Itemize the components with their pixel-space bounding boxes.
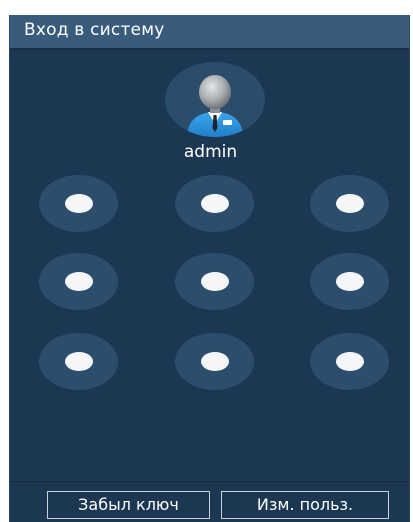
pattern-node-9[interactable]: [310, 333, 389, 390]
pattern-node-7[interactable]: [39, 333, 118, 390]
pattern-node-6[interactable]: [310, 253, 389, 310]
pattern-dot: [200, 272, 229, 291]
username-label: admin: [183, 142, 238, 162]
pattern-dot: [335, 194, 364, 213]
pattern-node-4[interactable]: [39, 253, 118, 310]
pattern-node-2[interactable]: [175, 175, 254, 232]
pattern-dot: [335, 352, 364, 371]
pattern-node-1[interactable]: [39, 175, 118, 232]
pattern-dot: [200, 352, 229, 371]
title-divider: [10, 48, 409, 50]
switch-user-button[interactable]: Изм. польз.: [221, 491, 389, 519]
pattern-dot: [200, 194, 229, 213]
pattern-dot: [64, 272, 93, 291]
footer-divider: [10, 481, 409, 482]
pattern-node-3[interactable]: [310, 175, 389, 232]
pattern-lock-grid[interactable]: [39, 175, 389, 390]
pattern-dot: [64, 352, 93, 371]
forgot-pattern-button[interactable]: Забыл ключ: [47, 491, 210, 519]
avatar: [165, 62, 265, 137]
window-title: Вход в систему: [24, 20, 165, 40]
pattern-node-8[interactable]: [175, 333, 254, 390]
pattern-node-5[interactable]: [175, 253, 254, 310]
login-window: Вход в систему admin Забыл ключ Изм. пол…: [9, 15, 410, 522]
title-bar: Вход в систему: [10, 15, 409, 48]
pattern-dot: [64, 194, 93, 213]
pattern-dot: [335, 272, 364, 291]
user-avatar-icon: [187, 75, 243, 137]
